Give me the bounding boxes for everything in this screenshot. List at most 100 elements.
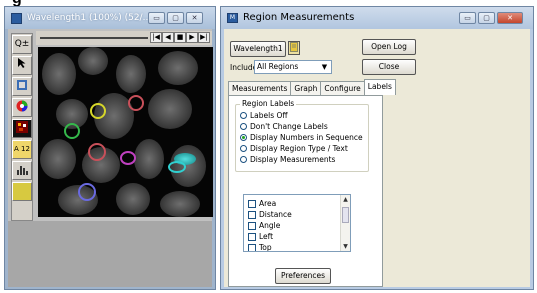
checkbox[interactable]: [248, 243, 256, 251]
checkbox-top[interactable]: Top: [248, 243, 272, 252]
cell: [148, 89, 192, 129]
ruler-tool-icon[interactable]: A 12: [12, 140, 32, 159]
minimize-button[interactable]: ▭: [459, 12, 476, 24]
pointer-tool-icon[interactable]: [12, 56, 32, 75]
cell: [158, 51, 198, 85]
tab-measurements[interactable]: Measurements: [228, 81, 292, 95]
include-select[interactable]: All Regions ▼: [254, 60, 332, 74]
image-window: Wavelength1 (100%) (52/... ▭ ▢ ✕ Q± A 12: [4, 6, 216, 290]
tab-labels[interactable]: Labels: [363, 79, 396, 95]
zoom-tool-icon[interactable]: Q±: [12, 35, 32, 54]
checkbox[interactable]: [248, 199, 256, 208]
radio-display-measurements[interactable]: Display Measurements: [240, 155, 335, 164]
region-labels-heading: Region Labels: [240, 99, 297, 108]
tab-strip: Measurements Graph Configure Labels: [228, 79, 396, 95]
prev-plane-button[interactable]: ◀: [162, 32, 174, 43]
checkbox-label: Top: [259, 243, 272, 252]
checkbox-distance[interactable]: Distance: [248, 210, 292, 219]
first-plane-button[interactable]: |◀: [150, 32, 162, 43]
radio-button[interactable]: [240, 112, 247, 119]
intensity-bar-icon[interactable]: [12, 182, 32, 201]
roi-cyan[interactable]: [168, 161, 186, 173]
plane-slider[interactable]: |◀ ◀ ■ ▶ ▶|: [36, 31, 212, 45]
checkbox-label: Angle: [259, 221, 281, 230]
close-dialog-button[interactable]: Close: [362, 59, 416, 75]
histogram-tool-icon[interactable]: [12, 161, 32, 180]
radio-display-numbers[interactable]: Display Numbers in Sequence: [240, 133, 363, 142]
color-wheel-icon[interactable]: [12, 98, 32, 117]
region-labels-group: Region Labels Labels Off Don't Change La…: [235, 99, 369, 172]
last-plane-button[interactable]: ▶|: [198, 32, 210, 43]
cell: [40, 139, 76, 179]
checkbox-angle[interactable]: Angle: [248, 221, 280, 230]
plane-nav: |◀ ◀ ■ ▶ ▶|: [150, 32, 210, 43]
roi-red-2[interactable]: [88, 143, 106, 161]
checkbox[interactable]: [248, 221, 256, 230]
tab-graph[interactable]: Graph: [290, 81, 322, 95]
region-measurements-window: M Region Measurements ▭ ▢ ✕ Wavelength1 …: [220, 6, 534, 290]
roi-green[interactable]: [64, 123, 80, 139]
close-button[interactable]: ✕: [186, 12, 203, 24]
region-window-client: Wavelength1 Open Log Close Include All R…: [224, 29, 530, 287]
radio-button-selected[interactable]: [240, 134, 247, 141]
stop-button[interactable]: ■: [174, 32, 186, 43]
image-window-controls: ▭ ▢ ✕: [148, 12, 203, 24]
dropdown-arrow-icon[interactable]: ▼: [319, 62, 330, 72]
checkbox-area[interactable]: Area: [248, 199, 276, 208]
radio-labels-off[interactable]: Labels Off: [240, 111, 288, 120]
cell: [160, 191, 200, 217]
list-scrollbar[interactable]: ▲ ▼: [340, 195, 350, 251]
scroll-thumb[interactable]: [342, 207, 349, 223]
include-select-value: All Regions: [257, 62, 299, 71]
slider-track[interactable]: [40, 37, 148, 39]
region-window-titlebar[interactable]: M Region Measurements ▭ ▢ ✕: [221, 7, 533, 29]
checkbox-label: Distance: [259, 210, 292, 219]
app-icon: M: [227, 13, 238, 23]
channel-tool-icon[interactable]: [12, 77, 32, 96]
tool-palette: Q± A 12: [11, 33, 33, 221]
lookup-table-icon[interactable]: [12, 119, 32, 138]
image-window-titlebar[interactable]: Wavelength1 (100%) (52/... ▭ ▢ ✕: [5, 7, 215, 29]
image-window-title: Wavelength1 (100%) (52/...: [27, 13, 152, 23]
workspace-background: [8, 221, 212, 287]
checkbox[interactable]: [248, 232, 256, 241]
region-window-title: Region Measurements: [243, 12, 355, 23]
radio-label: Display Measurements: [250, 155, 336, 164]
checkbox-label: Area: [259, 199, 277, 208]
radio-button[interactable]: [240, 145, 247, 152]
region-window-controls: ▭ ▢ ✕: [459, 12, 523, 24]
wavelength-button[interactable]: Wavelength1: [230, 41, 286, 57]
cell: [116, 55, 146, 93]
radio-label: Labels Off: [250, 111, 288, 120]
roi-magenta[interactable]: [120, 151, 136, 165]
checkbox-left[interactable]: Left: [248, 232, 273, 241]
open-log-button[interactable]: Open Log: [362, 39, 416, 55]
radio-button[interactable]: [240, 123, 247, 130]
checkbox-label: Left: [259, 232, 274, 241]
scroll-down-arrow-icon[interactable]: ▼: [341, 242, 350, 251]
maximize-button[interactable]: ▢: [167, 12, 184, 24]
cell: [116, 183, 150, 215]
scroll-up-arrow-icon[interactable]: ▲: [341, 195, 350, 204]
cell: [78, 47, 108, 75]
fluorescence-image[interactable]: [38, 47, 213, 217]
roi-blue[interactable]: [78, 183, 96, 201]
minimize-button[interactable]: ▭: [148, 12, 165, 24]
preferences-button[interactable]: Preferences: [275, 268, 331, 284]
roi-yellow[interactable]: [90, 103, 106, 119]
checkbox[interactable]: [248, 210, 256, 219]
image-window-icon: [11, 13, 22, 24]
radio-button[interactable]: [240, 156, 247, 163]
measurement-checklist[interactable]: Area Distance Angle Left Top ▲ ▼: [243, 194, 351, 252]
close-button[interactable]: ✕: [497, 12, 523, 24]
notebook-icon[interactable]: [288, 41, 300, 55]
next-plane-button[interactable]: ▶: [186, 32, 198, 43]
cell: [134, 139, 164, 179]
radio-label: Don't Change Labels: [250, 122, 328, 131]
tab-configure[interactable]: Configure: [320, 81, 365, 95]
roi-red[interactable]: [128, 95, 144, 111]
maximize-button[interactable]: ▢: [478, 12, 495, 24]
radio-dont-change-labels[interactable]: Don't Change Labels: [240, 122, 328, 131]
cell: [42, 53, 76, 95]
radio-display-region-type[interactable]: Display Region Type / Text: [240, 144, 348, 153]
